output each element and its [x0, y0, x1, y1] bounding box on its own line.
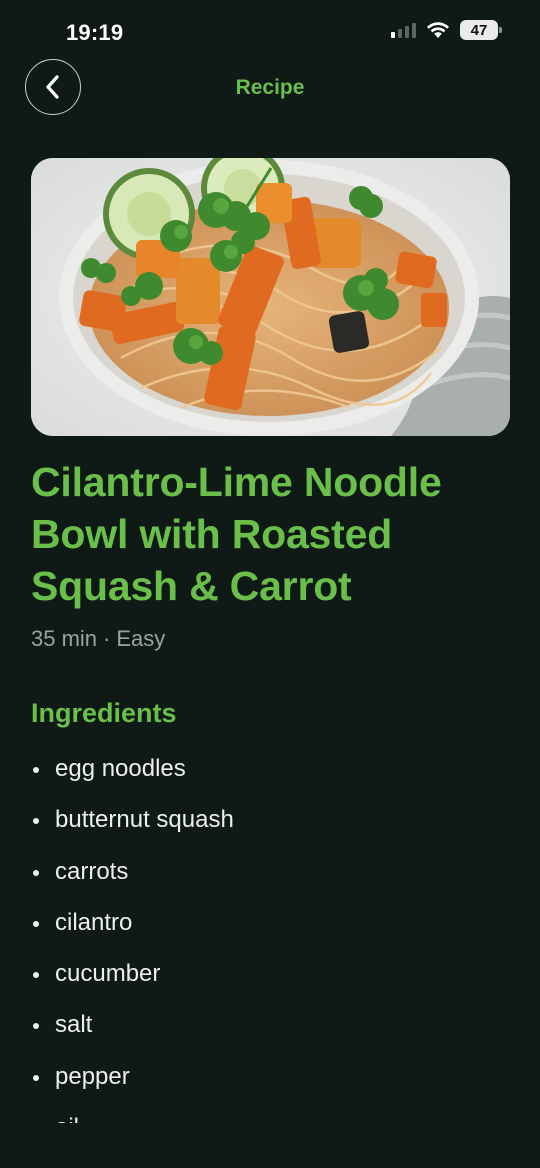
recipe-duration: 35 min: [31, 626, 98, 651]
recipe-screen: 19:19 47 Recipe Cilantro-Lime Noodle Bow…: [0, 0, 540, 1168]
bullet-icon: [33, 972, 39, 979]
bullet-icon: [33, 1023, 39, 1030]
ingredient-label: egg noodles: [55, 755, 186, 782]
status-bar: 19:19 47: [0, 0, 540, 62]
nav-bar: Recipe: [0, 58, 540, 118]
list-item: cilantro: [31, 902, 511, 953]
meta-separator: ·: [103, 626, 111, 651]
bullet-icon: [33, 869, 39, 876]
list-item: butternut squash: [31, 799, 511, 850]
list-item: cucumber: [31, 953, 511, 1004]
ingredient-label: carrots: [55, 857, 129, 885]
wifi-icon: [426, 21, 450, 39]
ingredient-label: butternut squash: [55, 806, 234, 834]
battery-icon: 47: [460, 20, 502, 40]
recipe-meta: 35 min · Easy: [31, 626, 165, 652]
recipe-difficulty: Easy: [116, 626, 166, 651]
list-item: salt: [31, 1004, 511, 1055]
list-item: pepper: [31, 1056, 511, 1107]
list-item: carrots: [31, 851, 511, 902]
bullet-icon: [33, 920, 39, 927]
nav-title: Recipe: [235, 76, 305, 99]
scroll-clip: [0, 1123, 540, 1168]
battery-level: 47: [470, 21, 488, 39]
bullet-icon: [33, 1074, 39, 1081]
status-time: 19:19: [66, 20, 124, 45]
ingredient-label: cucumber: [55, 960, 161, 988]
ingredients-title: Ingredients: [31, 698, 177, 728]
recipe-image: [31, 158, 510, 436]
ingredients-list: egg noodles butternut squash carrots cil…: [31, 748, 511, 1158]
signal-icon: [391, 22, 416, 38]
recipe-title: Cilantro-Lime Noodle Bowl with Roasted S…: [31, 459, 442, 609]
list-item: egg noodles: [31, 748, 511, 799]
ingredient-label: pepper: [55, 1062, 130, 1090]
bullet-icon: [33, 818, 39, 825]
status-icons: 47: [391, 20, 502, 40]
ingredient-label: salt: [55, 1011, 93, 1039]
ingredient-label: cilantro: [55, 908, 133, 936]
bullet-icon: [33, 767, 39, 773]
